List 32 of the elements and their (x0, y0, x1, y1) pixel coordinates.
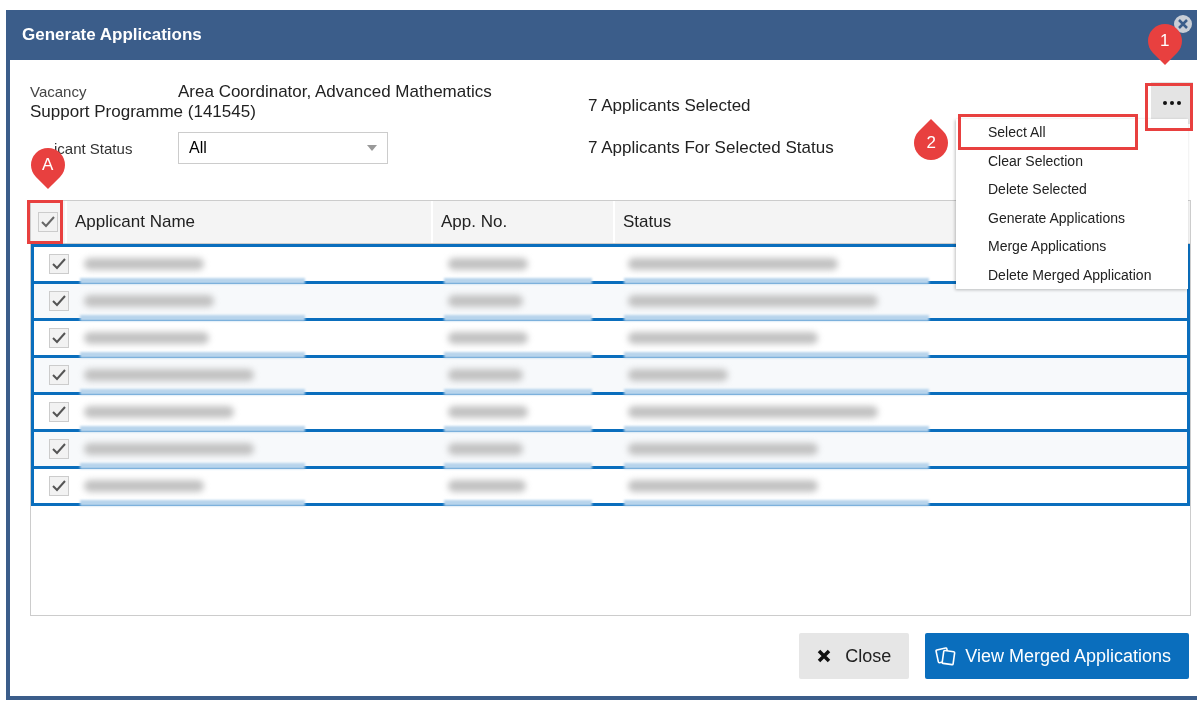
menu-item[interactable]: Select All (988, 123, 1046, 142)
menu-item[interactable]: Delete Merged Application (988, 265, 1152, 285)
window-title: Generate Applications (22, 25, 202, 45)
row-checkbox[interactable] (49, 254, 69, 274)
column-header[interactable]: App. No. (433, 201, 615, 243)
view-merged-button[interactable]: View Merged Applications (925, 633, 1189, 679)
row-checkbox[interactable] (49, 365, 69, 385)
vacancy-text: Vacancy Area Coordinator, Advanced Mathematics Support Programme (141545) (30, 82, 493, 122)
row-checkbox[interactable] (49, 291, 69, 311)
status-dropdown[interactable]: All (178, 132, 388, 164)
menu-item[interactable]: Delete Selected (988, 180, 1087, 199)
row-checkbox[interactable] (49, 476, 69, 496)
menu-item[interactable]: Generate Applications (988, 208, 1125, 228)
select-all-checkbox[interactable] (38, 212, 58, 232)
count-text: 7 Applicants For Selected Status (588, 138, 834, 158)
status-label: icant Status (53, 139, 134, 157)
count-text: 7 Applicants Selected (588, 96, 752, 116)
row-checkbox[interactable] (49, 402, 69, 422)
close-button[interactable]: Close (799, 633, 910, 679)
menu-item[interactable]: Merge Applications (988, 237, 1107, 256)
documents-icon (935, 646, 958, 666)
row-checkbox[interactable] (49, 328, 69, 348)
close-icon[interactable] (1173, 14, 1193, 34)
column-header[interactable]: Applicant Name (67, 201, 433, 243)
row-checkbox[interactable] (49, 439, 69, 459)
close-icon (817, 649, 832, 663)
highlight-frame (27, 200, 63, 244)
menu-item[interactable]: Clear Selection (988, 151, 1083, 171)
column-header[interactable]: Status (615, 201, 943, 243)
highlight-frame (1145, 83, 1193, 131)
more-icon (1163, 101, 1181, 105)
caret-icon (367, 145, 377, 151)
